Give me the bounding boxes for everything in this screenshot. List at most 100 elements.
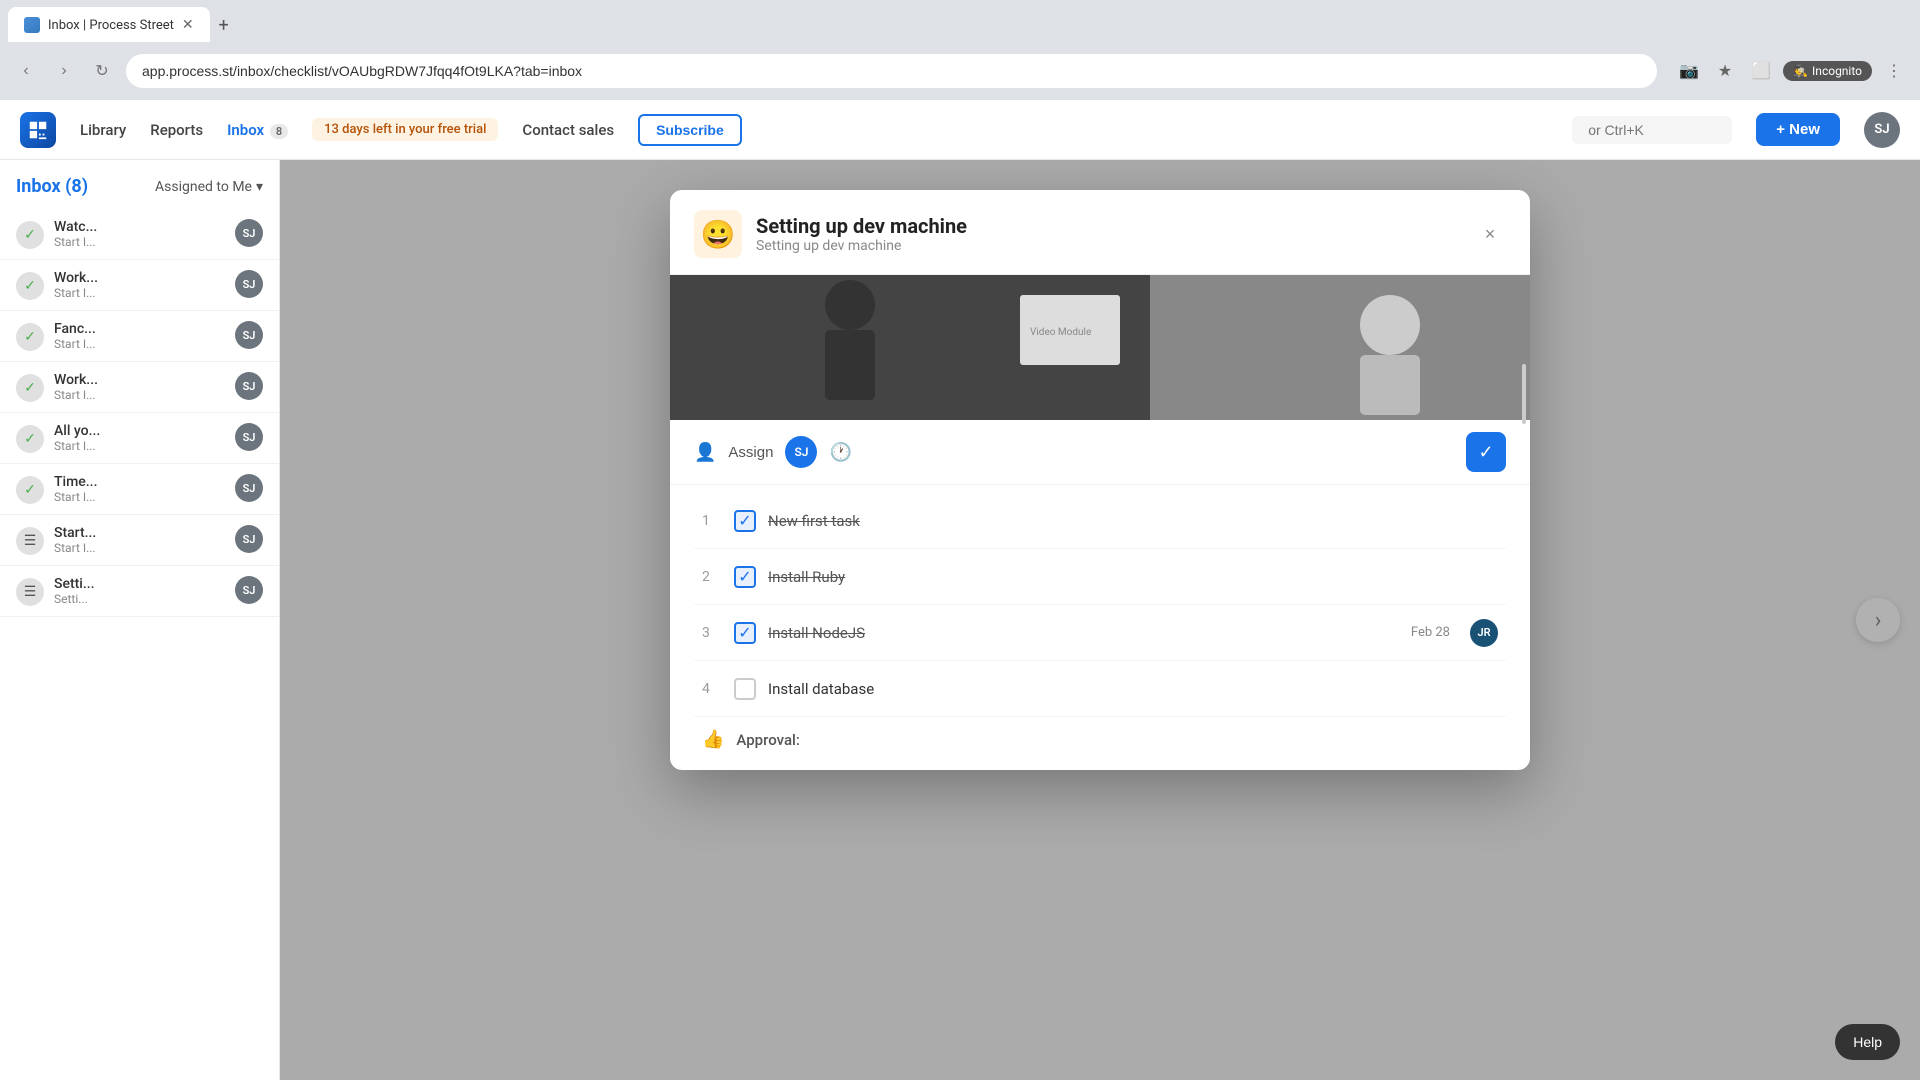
task-number: 1 (702, 513, 722, 529)
list-item[interactable]: ✓ Work... Start I... SJ (0, 362, 279, 413)
item-title: Fanc... (54, 321, 225, 337)
main-content: Inbox (8) Assigned to Me ▾ ✓ Watc... Sta… (0, 160, 1920, 1080)
forward-button[interactable]: › (50, 57, 78, 85)
inbox-nav[interactable]: Inbox 8 (227, 121, 288, 139)
item-sub: Setti... (54, 592, 225, 606)
address-bar: ‹ › ↻ 📷 ★ ⬜ 🕵 Incognito ⋮ (0, 42, 1920, 100)
task-label: Install NodeJS (768, 624, 1077, 642)
task-list: 1 ✓ New first task 2 ✓ Install Ruby 3 ✓ (670, 485, 1530, 770)
list-item[interactable]: ✓ Time... Start I... SJ (0, 464, 279, 515)
refresh-button[interactable]: ↻ (88, 57, 116, 85)
item-title: Start... (54, 525, 225, 541)
task-due-date: Feb 28 (1411, 625, 1450, 640)
avatar: SJ (235, 321, 263, 349)
menu-button[interactable]: ⋮ (1880, 57, 1908, 85)
list-icon: ☰ (16, 527, 44, 555)
item-sub: Start I... (54, 541, 225, 555)
library-nav[interactable]: Library (80, 121, 126, 139)
modal-close-button[interactable]: × (1474, 218, 1506, 250)
search-input[interactable] (1572, 116, 1732, 144)
item-sub: Start I... (54, 388, 225, 402)
modal-title-group: Setting up dev machine Setting up dev ma… (756, 214, 1460, 254)
app-logo (20, 112, 56, 148)
back-button[interactable]: ‹ (12, 57, 40, 85)
list-item[interactable]: ☰ Setti... Setti... SJ (0, 566, 279, 617)
check-icon: ✓ (16, 476, 44, 504)
task-checkbox[interactable] (734, 678, 756, 700)
clock-icon[interactable]: 🕐 (829, 442, 851, 463)
item-title: Watc... (54, 219, 225, 235)
task-number: 2 (702, 569, 722, 585)
tab-close-button[interactable]: ✕ (182, 17, 194, 33)
list-item[interactable]: ✓ Watc... Start I... SJ (0, 209, 279, 260)
bookmark-icon[interactable]: ★ (1711, 57, 1739, 85)
list-item[interactable]: ✓ Fanc... Start I... SJ (0, 311, 279, 362)
user-avatar[interactable]: SJ (1864, 112, 1900, 148)
avatar: SJ (235, 576, 263, 604)
check-icon: ✓ (16, 323, 44, 351)
modal-emoji: 😀 (694, 210, 742, 258)
list-item[interactable]: ✓ Work... Start I... SJ (0, 260, 279, 311)
task-label: New first task (768, 512, 1498, 530)
item-sub: Start I... (54, 337, 225, 351)
table-row: 1 ✓ New first task (694, 493, 1506, 549)
address-input[interactable] (126, 54, 1657, 88)
browser-chrome: Inbox | Process Street ✕ + ‹ › ↻ 📷 ★ ⬜ 🕵… (0, 0, 1920, 100)
avatar: SJ (235, 474, 263, 502)
item-title: Work... (54, 270, 225, 286)
task-checkbox[interactable]: ✓ (734, 622, 756, 644)
task-checkbox[interactable]: ✓ (734, 510, 756, 532)
extensions-icon[interactable]: ⬜ (1747, 57, 1775, 85)
item-sub: Start I... (54, 235, 225, 249)
item-title: Time... (54, 474, 225, 490)
task-label: Install database (768, 680, 1498, 698)
modal-dialog: 😀 Setting up dev machine Setting up dev … (670, 190, 1530, 770)
approval-section: 👍 Approval: (694, 717, 1506, 762)
avatar: SJ (235, 219, 263, 247)
modal-scrollbar[interactable] (1522, 364, 1526, 424)
reports-nav[interactable]: Reports (150, 121, 203, 139)
table-row: 3 ✓ Install NodeJS Feb 28 JR (694, 605, 1506, 661)
list-item[interactable]: ☰ Start... Start I... SJ (0, 515, 279, 566)
item-title: All yo... (54, 423, 225, 439)
check-icon: ✓ (16, 272, 44, 300)
person-icon: 👤 (694, 442, 716, 463)
new-tab-button[interactable]: + (210, 11, 238, 39)
modal-toolbar: 👤 Assign SJ 🕐 ✓ (670, 420, 1530, 485)
check-icon: ✓ (16, 374, 44, 402)
modal-header: 😀 Setting up dev machine Setting up dev … (670, 190, 1530, 275)
avatar: SJ (235, 423, 263, 451)
trial-banner: 13 days left in your free trial (312, 118, 498, 141)
modal-hero-image: Video Module (670, 275, 1530, 420)
assign-button[interactable]: Assign (728, 444, 773, 461)
approval-label: Approval: (736, 731, 799, 749)
help-button[interactable]: Help (1835, 1024, 1900, 1060)
item-sub: Start I... (54, 286, 225, 300)
new-button[interactable]: + New (1756, 113, 1840, 146)
item-title: Work... (54, 372, 225, 388)
modal-subtitle: Setting up dev machine (756, 238, 1460, 254)
task-label: Install Ruby (768, 568, 1498, 586)
table-row: 4 Install database (694, 661, 1506, 717)
assign-avatar[interactable]: SJ (785, 436, 817, 468)
item-sub: Start I... (54, 439, 225, 453)
sidebar-header: Inbox (8) Assigned to Me ▾ (0, 176, 279, 209)
tab-favicon (24, 17, 40, 33)
app-layout: Library Reports Inbox 8 13 days left in … (0, 100, 1920, 1080)
subscribe-button[interactable]: Subscribe (638, 114, 742, 146)
task-number: 3 (702, 625, 722, 641)
table-row: 2 ✓ Install Ruby (694, 549, 1506, 605)
chevron-down-icon: ▾ (256, 179, 263, 195)
task-assignee-avatar: JR (1470, 619, 1498, 647)
sidebar-filter[interactable]: Assigned to Me ▾ (155, 179, 263, 195)
active-tab[interactable]: Inbox | Process Street ✕ (8, 7, 210, 43)
contact-sales-nav[interactable]: Contact sales (522, 121, 614, 139)
main-area: › 😀 Setting up dev machine Setting up de… (280, 160, 1920, 1080)
list-item[interactable]: ✓ All yo... Start I... SJ (0, 413, 279, 464)
list-icon: ☰ (16, 578, 44, 606)
sidebar-title: Inbox (8) (16, 176, 88, 197)
camera-off-icon[interactable]: 📷 (1675, 57, 1703, 85)
tab-bar: Inbox | Process Street ✕ + (0, 0, 1920, 42)
complete-button[interactable]: ✓ (1466, 432, 1506, 472)
task-checkbox[interactable]: ✓ (734, 566, 756, 588)
